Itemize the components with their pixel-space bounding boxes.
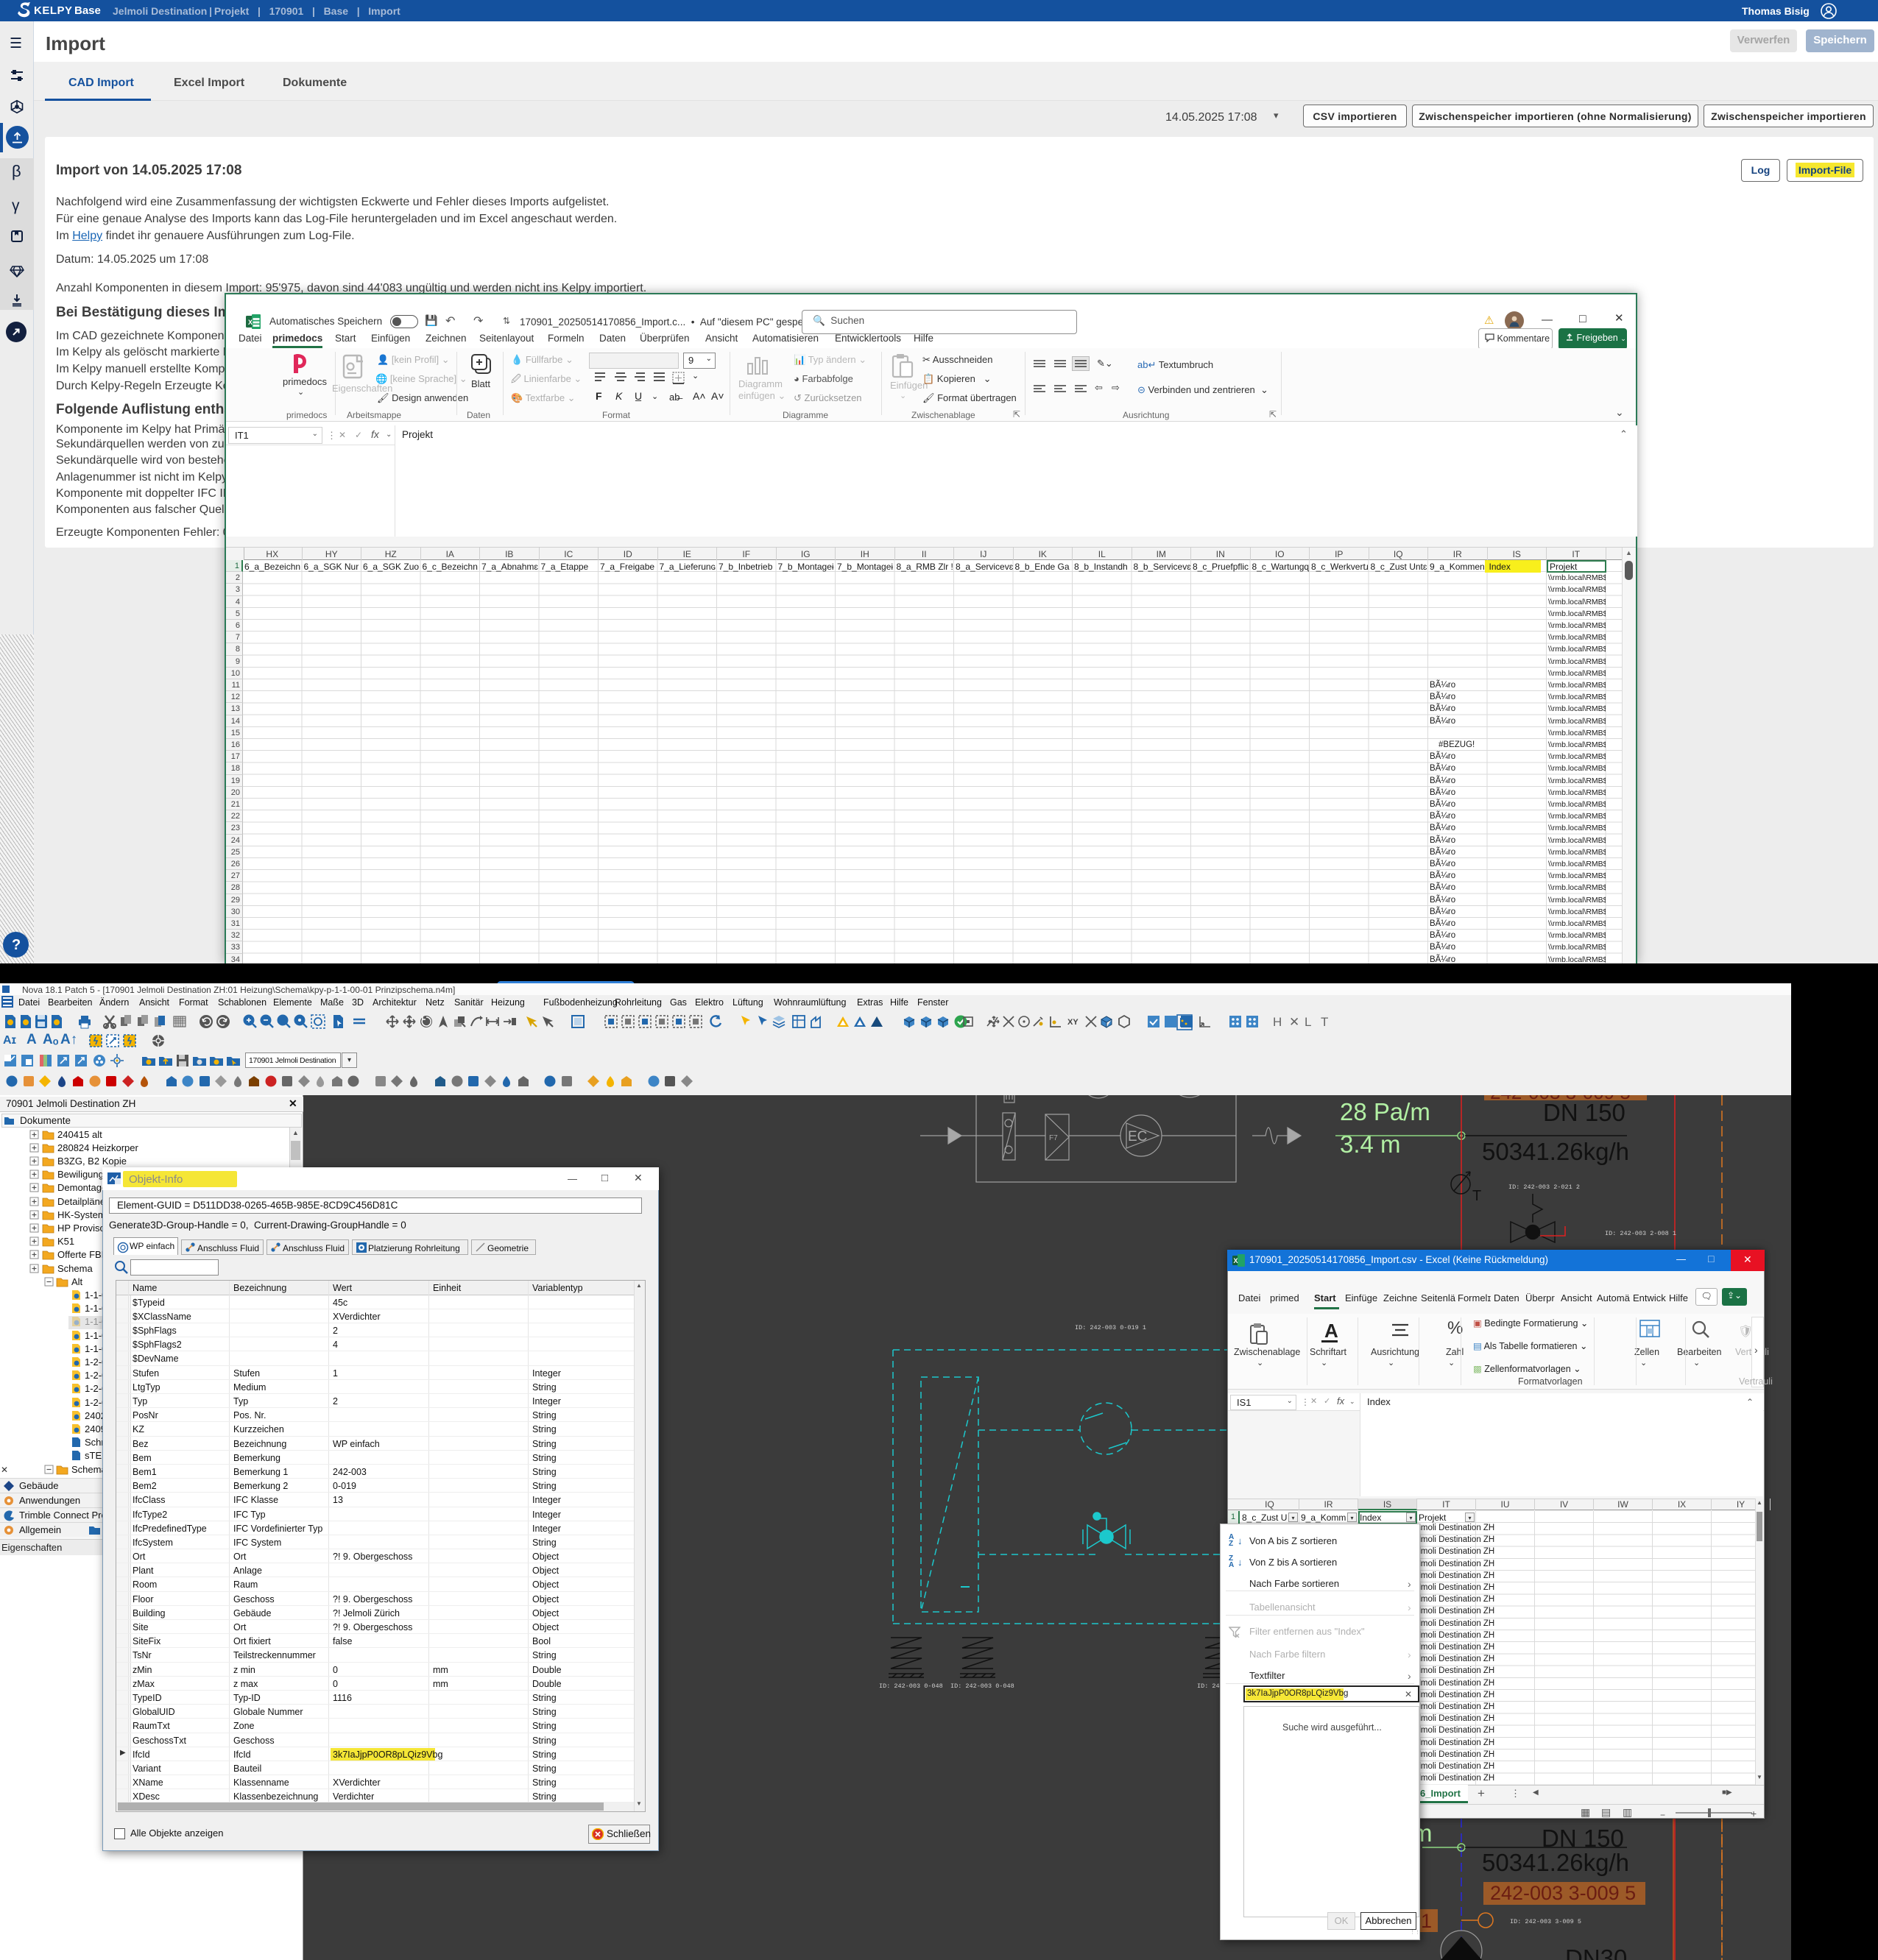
svg-text:XY: XY — [1067, 1018, 1079, 1027]
svg-text:50341.26kg/h: 50341.26kg/h — [1482, 1849, 1629, 1876]
svg-text:50341.26kg/h: 50341.26kg/h — [1482, 1138, 1629, 1165]
svg-text:ID: 242-003 0-019 1: ID: 242-003 0-019 1 — [1075, 1324, 1146, 1331]
svg-text:F7: F7 — [1049, 1134, 1058, 1142]
svg-text:242-003 3-009 5: 242-003 3-009 5 — [1490, 1882, 1636, 1904]
svg-text:ID: 242-003 2-021 2: ID: 242-003 2-021 2 — [1508, 1184, 1580, 1191]
svg-text:T: T — [1472, 1188, 1481, 1204]
svg-text:28 Pa/m: 28 Pa/m — [1340, 1098, 1430, 1125]
svg-text:ID: 242-003 2-008 1: ID: 242-003 2-008 1 — [1605, 1230, 1676, 1237]
svg-text:3.4 m: 3.4 m — [1340, 1131, 1401, 1158]
svg-text:DN30: DN30 — [1565, 1945, 1627, 1960]
svg-text:DN 150: DN 150 — [1543, 1099, 1625, 1126]
svg-text:ID: 242-003 3-009 5: ID: 242-003 3-009 5 — [1510, 1918, 1581, 1925]
svg-text:ID: 242-003 0-048: ID: 242-003 0-048 — [879, 1683, 943, 1690]
svg-text:ID: 242-003 0-048: ID: 242-003 0-048 — [950, 1683, 1014, 1690]
svg-text:X: X — [1234, 1257, 1238, 1264]
svg-text:1: 1 — [1421, 1910, 1432, 1932]
svg-text:EC: EC — [1128, 1129, 1147, 1144]
svg-text:X: X — [248, 319, 253, 326]
